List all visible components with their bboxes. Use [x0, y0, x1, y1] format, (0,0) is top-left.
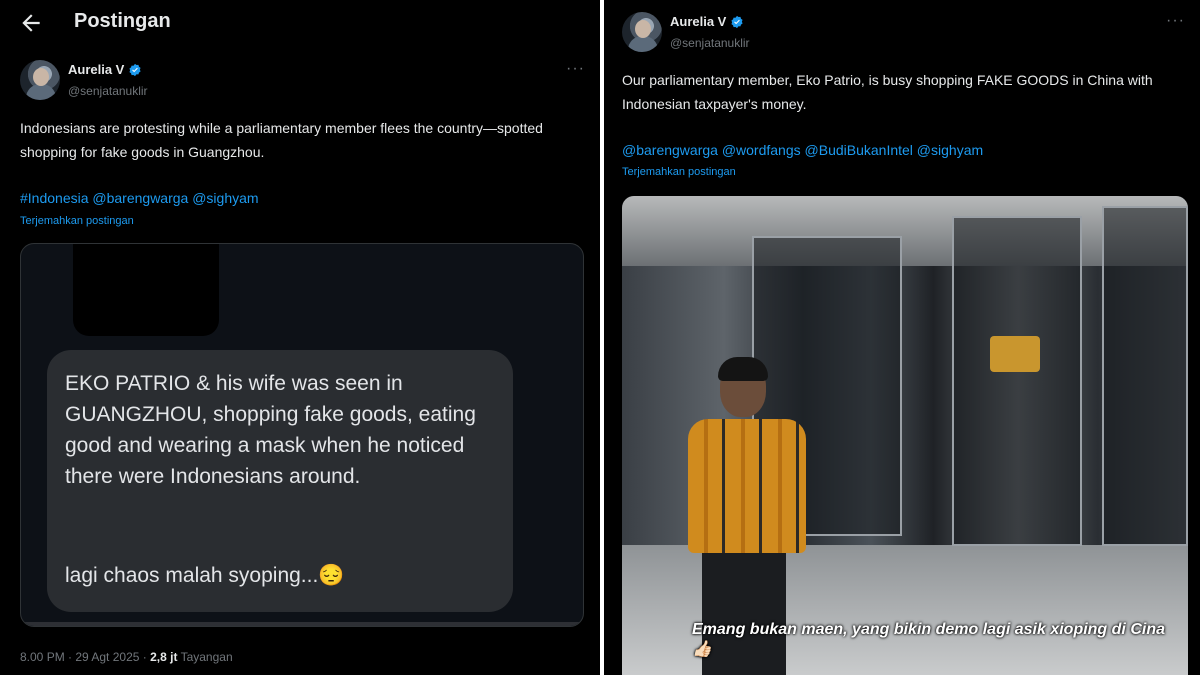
- more-options-icon[interactable]: ···: [566, 60, 585, 78]
- chat-message-text-2: lagi chaos malah syoping...😔: [65, 564, 345, 587]
- right-post-panel: Aurelia V @senjatanuklir ··· Our parliam…: [604, 0, 1200, 675]
- post-text: Indonesians are protesting while a parli…: [20, 120, 543, 160]
- post-timestamp[interactable]: 8.00 PM · 29 Agt 2025 ·: [20, 650, 147, 664]
- chat-message-text: EKO PATRIO & his wife was seen in GUANGZ…: [65, 372, 476, 488]
- verified-badge-icon: [731, 15, 743, 28]
- handbag-image: [990, 336, 1040, 372]
- shop-window-image: [1102, 206, 1188, 546]
- more-options-icon[interactable]: ···: [1166, 12, 1185, 30]
- author-handle[interactable]: @senjatanuklir: [68, 84, 148, 98]
- post-meta: 8.00 PM · 29 Agt 2025 · 2,8 jt Tayangan: [20, 650, 233, 664]
- post-media-image[interactable]: EKO PATRIO & his wife was seen in GUANGZ…: [20, 243, 584, 627]
- post-video[interactable]: Emang bukan maen, yang bikin demo lagi a…: [622, 196, 1188, 675]
- post-mentions[interactable]: @barengwarga @wordfangs @BudiBukanIntel …: [622, 142, 983, 158]
- back-arrow-icon[interactable]: [18, 10, 44, 36]
- avatar[interactable]: [622, 12, 662, 52]
- verified-badge-icon: [129, 63, 141, 76]
- views-label: Tayangan: [180, 650, 233, 664]
- translate-post-link[interactable]: Terjemahkan postingan: [20, 215, 134, 227]
- post-text: Our parliamentary member, Eko Patrio, is…: [622, 72, 1153, 112]
- shop-window-image: [952, 216, 1082, 546]
- views-count: 2,8 jt: [150, 650, 178, 664]
- post-hashtags[interactable]: #Indonesia @barengwarga @sighyam: [20, 190, 259, 206]
- page-title: Postingan: [74, 10, 171, 32]
- translate-post-link[interactable]: Terjemahkan postingan: [622, 166, 736, 178]
- left-post-panel: Postingan Aurelia V @senjatanuklir ··· I…: [0, 0, 600, 675]
- video-caption: Emang bukan maen, yang bikin demo lagi a…: [692, 621, 1165, 658]
- author-name[interactable]: Aurelia V: [670, 14, 744, 29]
- avatar[interactable]: [20, 60, 60, 100]
- author-handle[interactable]: @senjatanuklir: [670, 36, 750, 50]
- author-name[interactable]: Aurelia V: [68, 62, 142, 77]
- phone-notch-image: [73, 244, 219, 336]
- post-header: Postingan: [0, 0, 600, 46]
